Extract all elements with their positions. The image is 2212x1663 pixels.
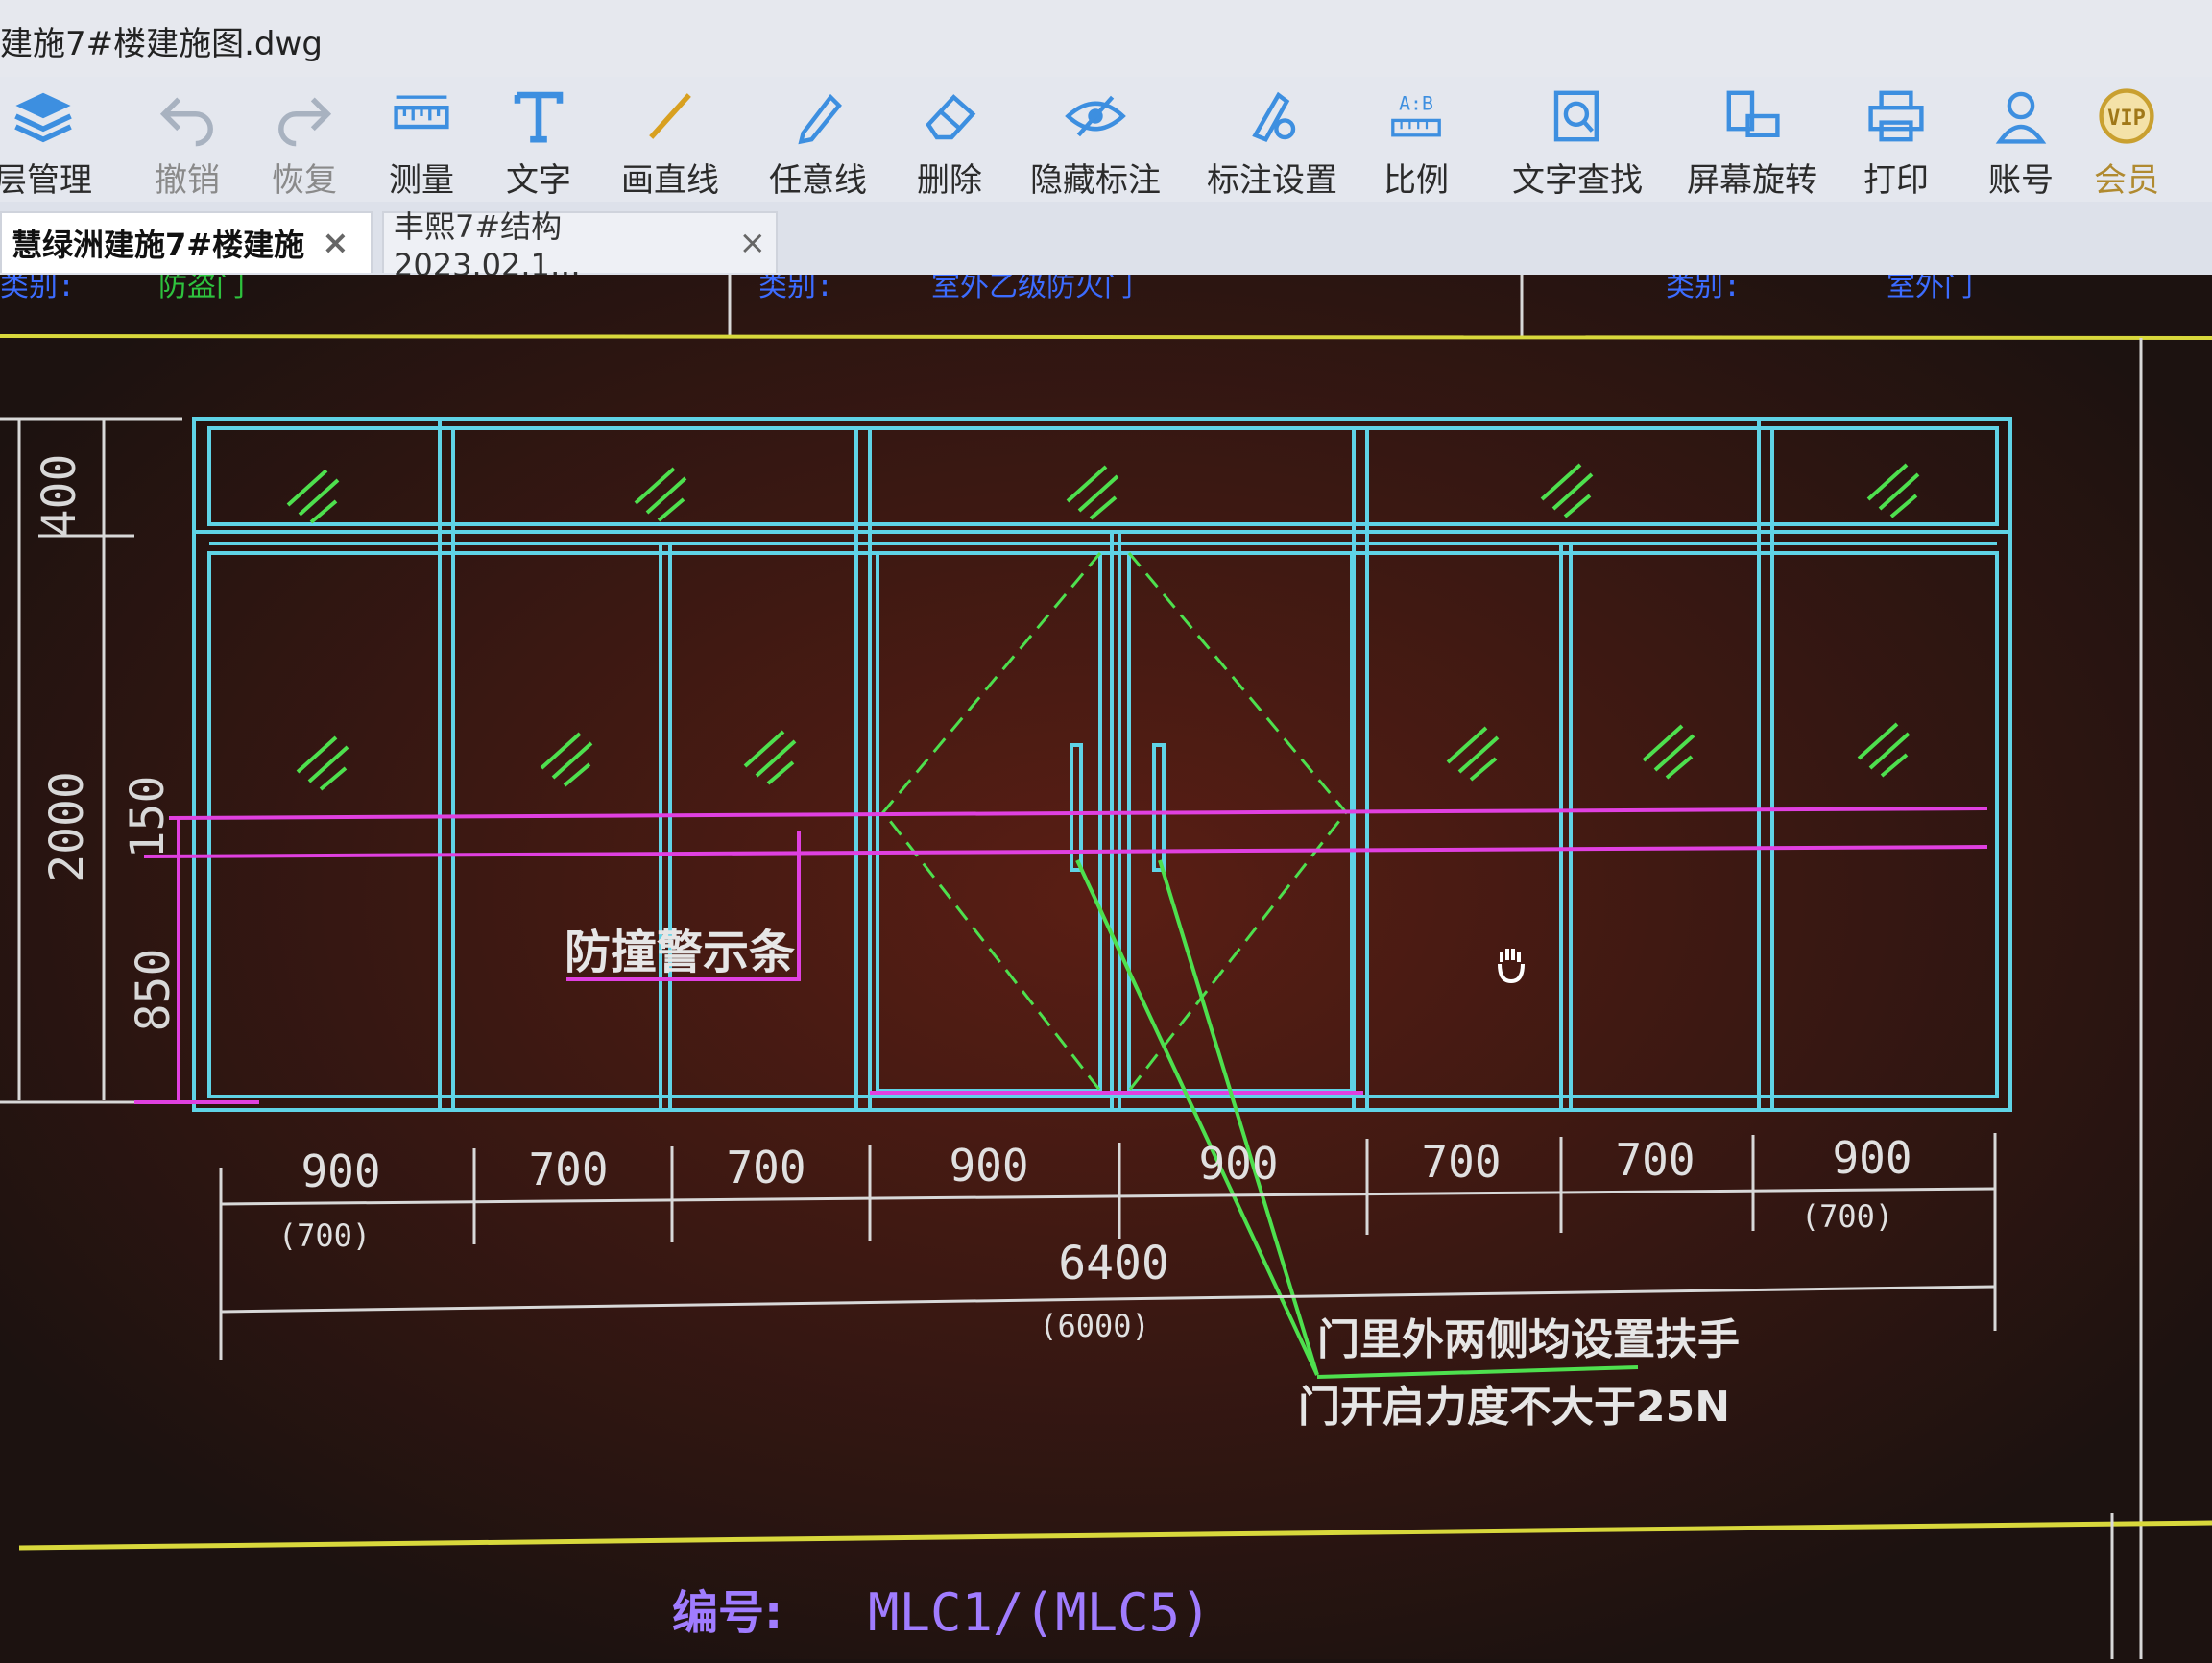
drawing-id-value: MLC1/(MLC5) [868,1582,1212,1643]
account-button[interactable]: 账号 [1978,77,2064,202]
tab-document-1-label: 慧绿洲建施7#楼建施 [12,227,305,263]
close-icon[interactable]: × [739,224,767,262]
eye-hidden-icon [1065,95,1126,137]
layer-manager-label: 层管理 [0,161,92,200]
dim-text: 900 [1832,1132,1911,1184]
header-cell: 类别: [758,275,833,303]
text-search-label: 文字查找 [1512,161,1643,200]
hide-annotation-button[interactable]: 隐藏标注 [1030,77,1161,202]
header-cell: 室外乙级防火门 [931,275,1133,303]
dim-text: 700 [528,1144,608,1195]
screen-rotate-icon [1726,90,1780,137]
window-titlebar: 建施7#楼建施图.dwg [0,0,2212,77]
tab-document-2[interactable]: 丰熙7#结构2023.02.1… × [382,208,778,283]
svg-text:VIP: VIP [2107,107,2146,131]
tab-document-2-label: 丰熙7#结构2023.02.1… [394,208,581,283]
text-button[interactable]: 文字 [495,77,582,202]
text-search-button[interactable]: 文字查找 [1512,77,1643,202]
draw-line-label: 画直线 [621,161,719,200]
warning-strip-label: 防撞警示条 [565,926,795,979]
ruler-icon [394,95,449,130]
vertical-dim-text: 2000 [40,771,94,882]
header-cell: 室外门 [1887,275,1973,303]
dim-text: 700 [1421,1136,1501,1188]
vip-button[interactable]: VIP 会员 [2083,77,2170,202]
dim-text: 900 [949,1140,1028,1192]
redo-button[interactable]: 恢复 [261,77,348,202]
drawing-id-label: 编号: [672,1586,782,1640]
delete-button[interactable]: 删除 [906,77,993,202]
vertical-dim-text: 400 [33,454,86,538]
draw-line-button[interactable]: 画直线 [621,77,719,202]
annotation-settings-button[interactable]: 标注设置 [1207,77,1337,202]
user-icon [1995,91,2047,144]
measure-label: 测量 [389,161,454,200]
delete-label: 删除 [917,161,982,200]
redo-label: 恢复 [272,161,337,200]
dim-text: 900 [1198,1138,1278,1190]
window-title: 建施7#楼建施图.dwg [0,25,323,63]
scale-button[interactable]: A:B 比例 [1373,77,1459,202]
redo-icon [278,97,332,147]
freehand-line-button[interactable]: 任意线 [769,77,867,202]
printer-icon [1868,90,1924,142]
print-button[interactable]: 打印 [1853,77,1939,202]
tab-document-1[interactable]: 慧绿洲建施7#楼建施 × [0,211,373,273]
undo-label: 撤销 [155,161,220,200]
eraser-icon [926,94,976,140]
annotation-settings-label: 标注设置 [1207,161,1337,200]
vertical-dim-text: 150 [121,776,175,859]
measure-button[interactable]: 测量 [378,77,465,202]
total-width-text: 6400 [1058,1237,1169,1290]
account-label: 账号 [1988,161,2054,200]
vip-label: 会员 [2094,161,2159,200]
layer-manager-button[interactable]: 层管理 [0,77,92,202]
text-search-icon [1553,90,1599,142]
document-tab-bar: 慧绿洲建施7#楼建施 × 丰熙7#结构2023.02.1… × [0,202,2212,283]
note-line-2: 门开启力度不大于25N [1298,1383,1730,1432]
scale-label: 比例 [1383,161,1449,200]
vertical-dim-text: 850 [127,949,180,1032]
text-icon [514,91,564,143]
yellow-border-line [0,334,2212,340]
toolbar: 层管理 撤销 恢复 测量 文字 画直线 任意线 删除 隐藏标注 标注设置 A:B… [0,77,2212,202]
vip-icon: VIP [2099,88,2154,144]
header-cell: 类别: [1666,275,1741,303]
cad-drawing[interactable]: 类别: 防盗门 类别: 室外乙级防火门 类别: 室外门 400 2000 150… [0,270,2212,1659]
header-cell: 防盗门 [158,275,245,303]
screen-rotate-button[interactable]: 屏幕旋转 [1687,77,1817,202]
annotation-settings-icon [1252,91,1296,142]
dim-alt-text: (700) [1801,1198,1893,1235]
pen-icon [798,93,842,145]
layers-icon [14,92,72,143]
header-cell: 类别: [0,275,75,303]
print-label: 打印 [1863,161,1929,200]
dim-text: 900 [301,1145,380,1197]
scale-icon: A:B [1391,92,1441,137]
screen-rotate-label: 屏幕旋转 [1687,161,1817,200]
text-label: 文字 [506,161,571,200]
freehand-line-label: 任意线 [769,161,867,200]
drawing-canvas[interactable]: 类别: 防盗门 类别: 室外乙级防火门 类别: 室外门 400 2000 150… [0,270,2212,1659]
total-width-alt-text: (6000) [1039,1308,1150,1344]
svg-text:A:B: A:B [1399,92,1433,114]
line-icon [649,93,691,139]
hide-annotation-label: 隐藏标注 [1030,161,1161,200]
dim-text: 700 [726,1142,805,1193]
undo-button[interactable]: 撤销 [144,77,230,202]
undo-icon [159,97,213,147]
note-line-1: 门里外两侧均设置扶手 [1317,1315,1740,1364]
dim-alt-text: (700) [278,1217,371,1254]
dim-text: 700 [1615,1134,1695,1186]
close-icon[interactable]: × [322,224,349,262]
